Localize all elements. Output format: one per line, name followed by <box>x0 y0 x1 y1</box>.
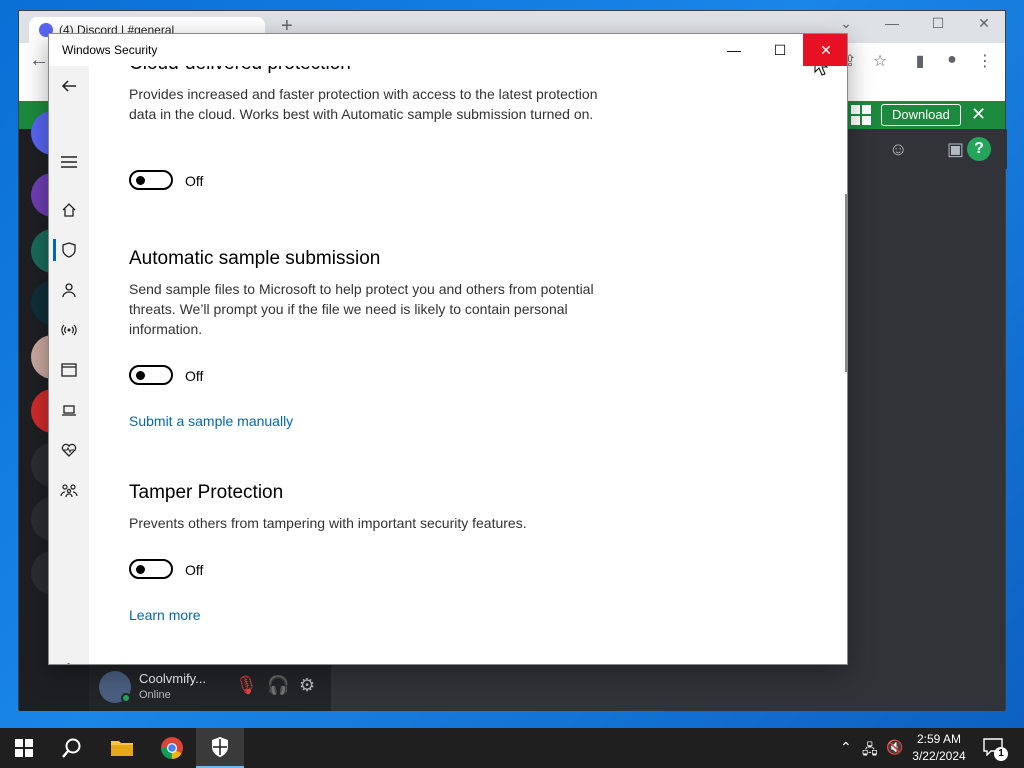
toggle-knob <box>136 371 145 380</box>
nav-rail <box>49 66 89 664</box>
sample-submission-toggle[interactable] <box>129 365 173 385</box>
scrollbar[interactable] <box>845 194 847 372</box>
wireless-icon[interactable] <box>49 310 89 350</box>
section-description: Prevents others from tampering with impo… <box>129 515 527 531</box>
settings-gear-icon[interactable] <box>49 650 89 664</box>
user-status: Online <box>139 689 171 701</box>
user-settings-gear-icon[interactable]: ⚙ <box>299 675 315 696</box>
window-titlebar: Windows Security — ☐ ✕ <box>49 34 847 66</box>
browser-maximize-icon[interactable]: ☐ <box>927 15 949 32</box>
chevron-down-icon[interactable]: ⌄ <box>835 15 857 32</box>
toggle-state-label: Off <box>185 173 204 189</box>
home-icon[interactable] <box>49 190 89 230</box>
cloud-protection-toggle[interactable] <box>129 170 173 190</box>
shield-icon <box>212 737 228 757</box>
tamper-protection-toggle[interactable] <box>129 559 173 579</box>
network-icon[interactable]: 🖧 <box>862 739 878 763</box>
search-button[interactable] <box>48 728 96 768</box>
download-bar-close-icon[interactable]: ✕ <box>971 104 986 125</box>
help-icon[interactable]: ? <box>967 137 991 161</box>
windows-logo-icon <box>851 105 871 125</box>
clock-date: 3/22/2024 <box>912 749 966 763</box>
back-arrow-icon[interactable] <box>49 66 89 106</box>
taskbar: ⌃ 🖧 🔇 2:59 AM 3/22/2024 1 <box>0 728 1024 768</box>
window-title: Windows Security <box>62 43 158 57</box>
family-icon[interactable] <box>49 470 89 510</box>
tray-chevron-up-icon[interactable]: ⌃ <box>840 739 852 756</box>
windows-security-window: Windows Security — ☐ ✕ Provides increase… <box>48 33 848 665</box>
windows-start-icon <box>15 739 33 757</box>
toggle-state-label: Off <box>185 562 204 578</box>
person-icon[interactable] <box>49 270 89 310</box>
kebab-menu-icon[interactable]: ⋮ <box>974 51 996 71</box>
user-panel: Coolvmify... Online 🎙 🎧 ⚙ <box>89 663 331 711</box>
user-name: Coolvmify... <box>139 671 206 686</box>
download-button[interactable]: Download <box>881 104 961 126</box>
toggle-knob <box>136 176 145 185</box>
close-button[interactable]: ✕ <box>803 34 847 66</box>
learn-more-link[interactable]: Learn more <box>129 607 201 623</box>
submit-sample-link[interactable]: Submit a sample manually <box>129 413 293 429</box>
headphones-icon[interactable]: 🎧 <box>267 675 289 696</box>
notification-count-badge: 1 <box>994 747 1008 761</box>
clock-time: 2:59 AM <box>916 732 962 746</box>
toggle-knob <box>136 565 145 574</box>
section-description: Provides increased and faster protection… <box>129 86 598 122</box>
taskbar-windows-security[interactable] <box>196 728 244 768</box>
taskbar-clock[interactable]: 2:59 AM 3/22/2024 <box>906 731 972 765</box>
search-icon <box>62 738 81 758</box>
minimize-button[interactable]: — <box>711 34 757 66</box>
maximize-button[interactable]: ☐ <box>757 34 803 66</box>
star-icon[interactable]: ☆ <box>869 51 891 71</box>
hamburger-menu-icon[interactable] <box>49 142 89 182</box>
taskbar-chrome[interactable] <box>148 728 196 768</box>
sidepanel-icon[interactable]: ▮ <box>909 51 931 71</box>
start-button[interactable] <box>0 728 48 768</box>
browser-minimize-icon[interactable]: — <box>881 15 903 31</box>
inbox-icon[interactable]: ▣ <box>947 139 964 160</box>
volume-muted-icon[interactable]: 🔇 <box>886 739 903 756</box>
chrome-icon <box>161 737 183 759</box>
profile-icon[interactable]: ● <box>941 51 963 69</box>
mute-mic-icon[interactable]: 🎙 <box>235 675 258 696</box>
folder-icon <box>111 741 133 756</box>
taskbar-file-explorer[interactable] <box>98 728 146 768</box>
settings-content: Cloud-delivered protection Provides incr… <box>129 34 809 664</box>
heart-pulse-icon[interactable] <box>49 430 89 470</box>
app-browser-icon[interactable] <box>49 350 89 390</box>
section-title: Automatic sample submission <box>129 248 381 269</box>
toggle-state-label: Off <box>185 368 204 384</box>
shield-icon[interactable] <box>49 230 89 270</box>
online-status-dot <box>121 693 131 703</box>
back-arrow-icon[interactable]: ← <box>29 49 49 72</box>
section-title: Tamper Protection <box>129 482 284 503</box>
section-description: Send sample files to Microsoft to help p… <box>129 281 594 337</box>
add-friend-icon[interactable]: ☺ <box>889 139 907 160</box>
browser-close-icon[interactable]: ✕ <box>973 15 995 32</box>
laptop-icon[interactable] <box>49 390 89 430</box>
